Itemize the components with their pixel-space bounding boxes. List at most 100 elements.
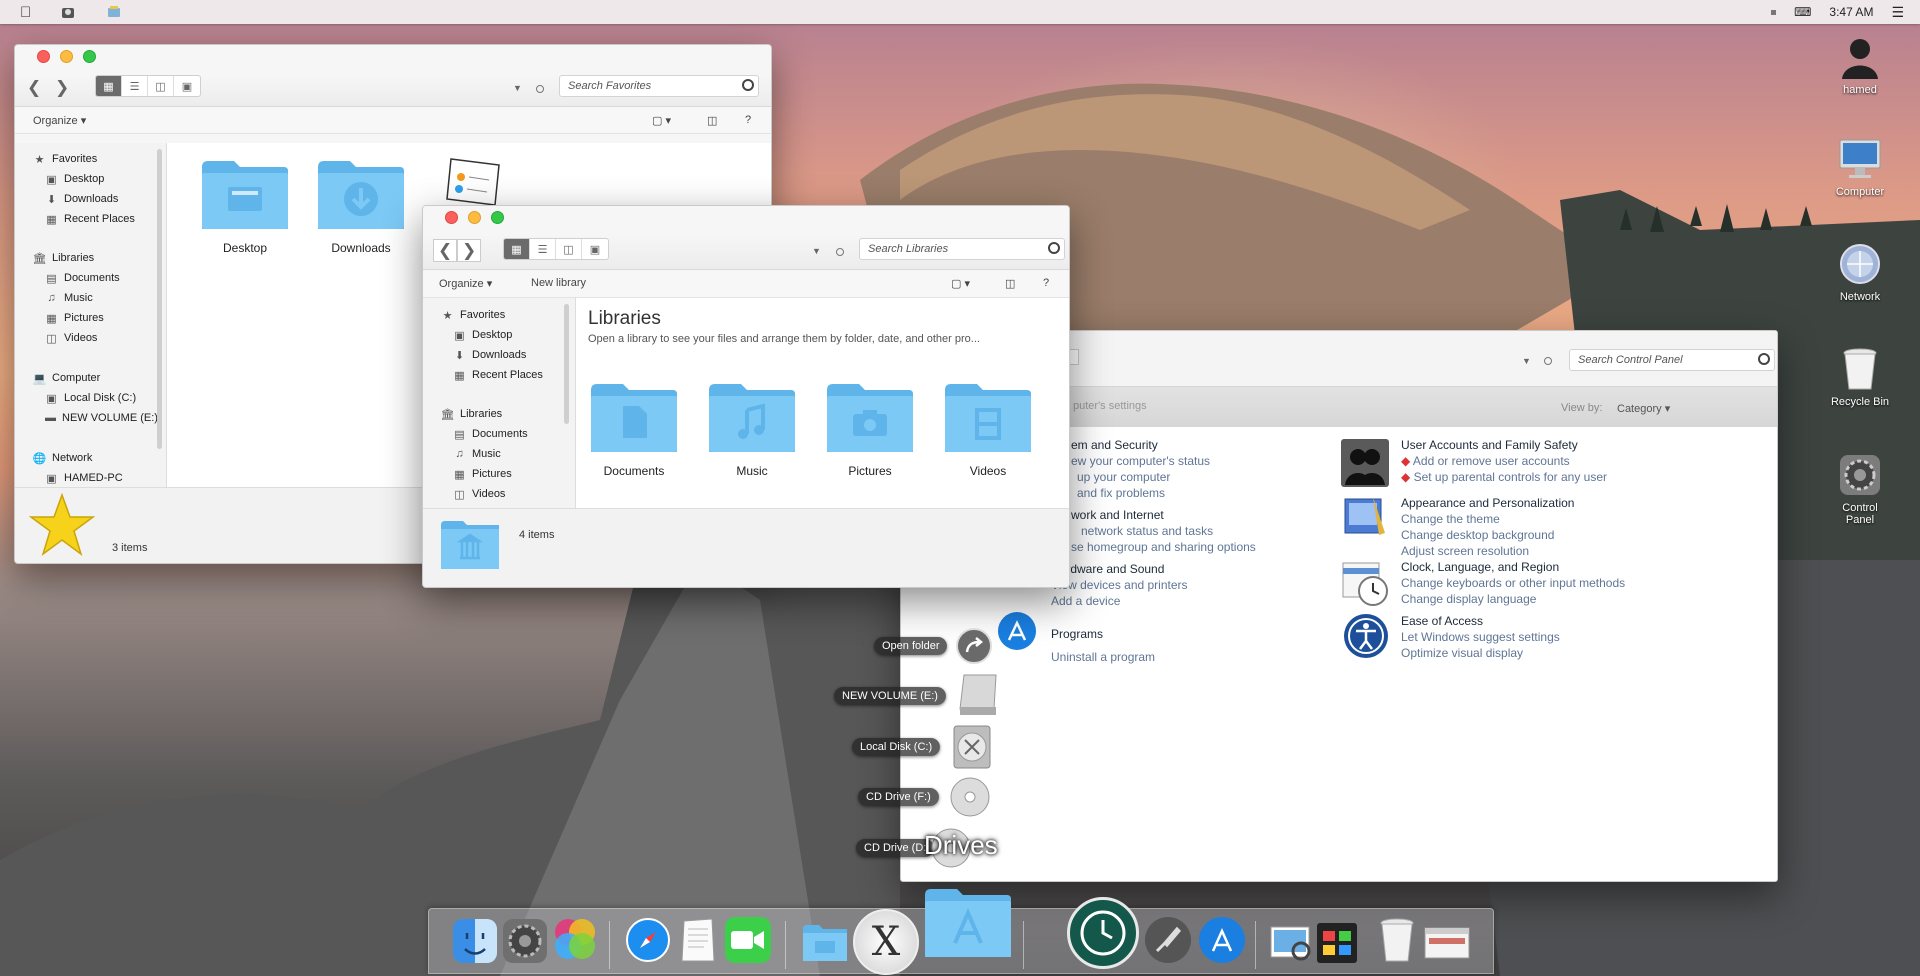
view-options-icon[interactable]: ▢ ▾: [652, 114, 671, 127]
library-music[interactable]: Music: [706, 382, 798, 478]
app-store-icon[interactable]: [1199, 917, 1245, 963]
zoom-button[interactable]: [83, 50, 96, 63]
coverflow-view-icon[interactable]: ▣: [582, 239, 608, 259]
search-icon[interactable]: [1758, 353, 1770, 365]
list-view-icon[interactable]: ☰: [530, 239, 556, 259]
menubar-clock[interactable]: 3:47 AM: [1829, 5, 1873, 19]
category-link[interactable]: Uninstall a program: [1051, 646, 1155, 669]
textedit-icon[interactable]: [677, 917, 719, 963]
sidebar-item-desktop[interactable]: ▣ Desktop: [453, 329, 512, 342]
column-view-icon[interactable]: ◫: [148, 76, 174, 96]
sidebar-item-videos[interactable]: ◫ Videos: [453, 488, 505, 501]
sidebar-item-recent-places[interactable]: ▦ Recent Places: [453, 369, 543, 382]
category-link[interactable]: Add a device: [1051, 593, 1188, 609]
preview-pane-icon[interactable]: ◫: [1005, 277, 1015, 290]
sidebar-item-pictures[interactable]: ▦ Pictures: [45, 312, 103, 325]
folder-desktop[interactable]: Desktop: [199, 159, 291, 255]
category-link[interactable]: Adjust screen resolution: [1401, 543, 1574, 559]
desktop-icon-hamed[interactable]: hamed: [1815, 34, 1905, 96]
category-title[interactable]: Clock, Language, and Region: [1401, 559, 1625, 575]
desktop-icon-computer[interactable]: Computer: [1815, 136, 1905, 198]
sidebar-scrollbar[interactable]: [157, 149, 162, 449]
category-title[interactable]: User Accounts and Family Safety: [1401, 437, 1607, 453]
trash-icon[interactable]: [1377, 917, 1417, 963]
sidebar-item-new-volume[interactable]: ▬ NEW VOLUME (E:): [45, 412, 157, 424]
category-clock-region[interactable]: Clock, Language, and Region Change keybo…: [1401, 559, 1625, 607]
help-icon[interactable]: ?: [745, 114, 751, 126]
launchpad-icon[interactable]: [1145, 917, 1191, 963]
organize-button[interactable]: Organize ▾: [33, 114, 86, 127]
sidebar-item-desktop[interactable]: ▣ Desktop: [45, 173, 104, 186]
chevron-down-icon[interactable]: ▼: [1522, 356, 1531, 366]
icon-view-icon[interactable]: ▦: [504, 239, 530, 259]
refresh-icon[interactable]: [1544, 357, 1552, 365]
sidebar-item-downloads[interactable]: ⬇ Downloads: [453, 349, 527, 362]
coverflow-view-icon[interactable]: ▣: [174, 76, 200, 96]
category-system-security[interactable]: em and Security ew your computer's statu…: [1071, 437, 1210, 501]
osx-icon[interactable]: X: [853, 909, 919, 975]
desktop-icon-recycle-bin[interactable]: Recycle Bin: [1815, 346, 1905, 408]
forward-icon[interactable]: ❯: [55, 79, 69, 96]
search-input[interactable]: Search Libraries: [859, 238, 1065, 260]
minimize-button[interactable]: [468, 211, 481, 224]
preview-pane-icon[interactable]: ◫: [707, 114, 717, 127]
back-icon[interactable]: ❮: [27, 79, 41, 96]
window-icon[interactable]: [1423, 923, 1471, 963]
desktop-icon-control-panel[interactable]: Control Panel: [1815, 452, 1905, 526]
close-button[interactable]: [37, 50, 50, 63]
keyboard-icon[interactable]: ⌨: [1794, 5, 1811, 19]
game-center-icon[interactable]: [551, 915, 599, 963]
refresh-icon[interactable]: [836, 248, 844, 256]
category-link[interactable]: Change the theme: [1401, 511, 1574, 527]
icon-view-icon[interactable]: ▦: [96, 76, 122, 96]
list-view-icon[interactable]: ☰: [122, 76, 148, 96]
category-link[interactable]: network status and tasks: [1071, 523, 1256, 539]
stack-local-disk[interactable]: Local Disk (C:): [852, 724, 994, 770]
view-options-icon[interactable]: ▢ ▾: [951, 277, 970, 290]
view-by-dropdown[interactable]: Category ▾: [1617, 402, 1670, 415]
category-link[interactable]: Optimize visual display: [1401, 645, 1560, 661]
column-view-icon[interactable]: ◫: [556, 239, 582, 259]
category-title[interactable]: Programs: [1051, 623, 1155, 646]
category-ease-of-access[interactable]: Ease of Access Let Windows suggest setti…: [1401, 613, 1560, 661]
sidebar-item-favorites[interactable]: ★ Favorites: [33, 153, 98, 166]
sidebar-item-downloads[interactable]: ⬇ Downloads: [45, 193, 119, 206]
list-icon[interactable]: ☰: [1891, 4, 1904, 21]
category-title[interactable]: work and Internet: [1071, 507, 1256, 523]
category-hardware-sound[interactable]: Hardware and Sound View devices and prin…: [1051, 561, 1188, 609]
finder-person-icon[interactable]: [59, 4, 77, 20]
view-button-partial[interactable]: [1069, 349, 1079, 365]
category-link[interactable]: Let Windows suggest settings: [1401, 629, 1560, 645]
category-link[interactable]: ◆ Set up parental controls for any user: [1401, 469, 1607, 485]
preview-icon[interactable]: [1269, 923, 1313, 963]
network-drive-icon[interactable]: [105, 4, 123, 20]
sidebar-item-libraries[interactable]: 🏛 Libraries: [33, 252, 95, 265]
app-store-folder-icon[interactable]: [923, 887, 1013, 959]
category-link[interactable]: Change display language: [1401, 591, 1625, 607]
chevron-down-icon[interactable]: ▼: [513, 83, 522, 93]
apple-icon[interactable]: : [20, 4, 31, 21]
time-machine-icon[interactable]: [1067, 897, 1139, 969]
search-icon[interactable]: [1048, 242, 1060, 254]
sidebar-item-hamed-pc[interactable]: ▣ HAMED-PC: [45, 472, 122, 485]
category-link[interactable]: ◆ Add or remove user accounts: [1401, 453, 1607, 469]
category-user-accounts[interactable]: User Accounts and Family Safety ◆ Add or…: [1401, 437, 1607, 485]
sidebar-item-network[interactable]: 🌐 Network: [33, 452, 93, 465]
category-appearance[interactable]: Appearance and Personalization Change th…: [1401, 495, 1574, 559]
folder-downloads[interactable]: Downloads: [315, 159, 407, 255]
search-icon[interactable]: [742, 79, 754, 91]
sidebar-item-videos[interactable]: ◫ Videos: [45, 332, 97, 345]
minimize-button[interactable]: [60, 50, 73, 63]
sidebar-item-local-disk[interactable]: ▣ Local Disk (C:): [45, 392, 136, 405]
sidebar-item-pictures[interactable]: ▦ Pictures: [453, 468, 511, 481]
category-network-internet[interactable]: work and Internet network status and tas…: [1071, 507, 1256, 555]
safari-icon[interactable]: [625, 917, 671, 963]
close-button[interactable]: [445, 211, 458, 224]
category-title[interactable]: Hardware and Sound: [1051, 561, 1188, 577]
category-link[interactable]: up your computer: [1071, 469, 1210, 485]
back-icon[interactable]: ❮: [433, 239, 458, 262]
category-link[interactable]: se homegroup and sharing options: [1071, 539, 1256, 555]
new-library-button[interactable]: New library: [531, 277, 586, 289]
category-link[interactable]: View devices and printers: [1051, 577, 1188, 593]
help-icon[interactable]: ?: [1043, 277, 1049, 289]
